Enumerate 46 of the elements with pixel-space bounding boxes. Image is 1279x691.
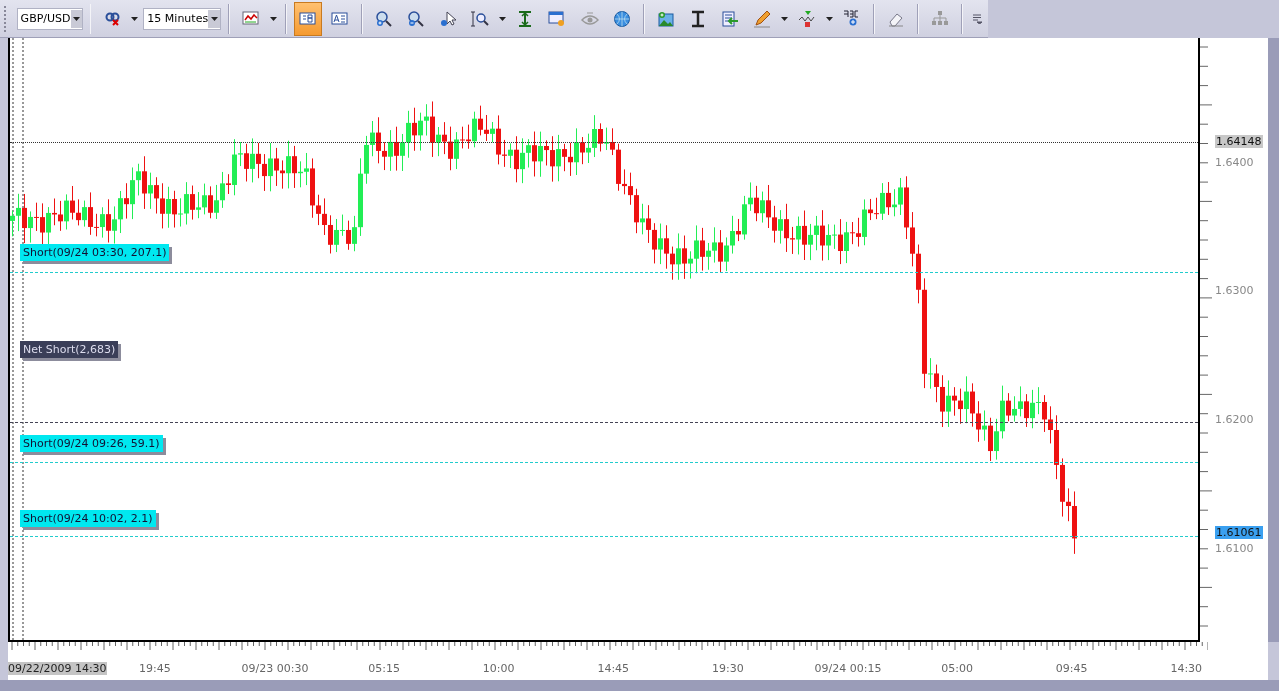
symbol-dropdown[interactable]: GBP/USD [16,7,83,30]
caret-icon [499,16,507,21]
position-label: Short(09/24 09:26, 59.1) [20,435,163,452]
time-label: 14:30 [1170,662,1203,675]
caret-icon [781,16,789,21]
position-label: Net Short(2,683) [20,341,119,358]
line-chart-icon [242,9,261,28]
globe-icon [612,9,631,28]
price-marker: 1.61061 [1215,526,1263,539]
price-label: 1.6100 [1215,542,1254,555]
time-label: 14:45 [597,662,630,675]
caret-icon [210,16,218,21]
picture-icon [656,9,675,28]
time-label: 19:30 [712,662,744,675]
caret-icon [825,16,833,21]
list-arrow-icon [720,9,739,28]
time-label: 10:00 [482,662,515,675]
time-label: 09/22/2009 14:30 [8,662,107,675]
time-label: 05:15 [368,662,400,675]
text-label-icon [330,9,349,28]
price-label: 1.6300 [1215,284,1254,297]
position-label: Short(09/24 03:30, 207.1) [20,244,170,261]
zigzag-icon [797,9,816,28]
eye-icon [580,9,599,28]
price-label: 1.6200 [1215,413,1254,426]
hierarchy-icon [930,9,949,28]
zoom-in-icon [374,9,393,28]
pencil-icon [753,9,772,28]
zoom-out-icon [407,9,426,28]
position-label: Short(09/24 10:02, 2.1) [20,510,156,527]
caret-icon [131,16,139,21]
time-label: 09:45 [1055,662,1088,675]
caret-icon [72,16,80,21]
price-label: 1.6400 [1215,156,1254,169]
time-label: 09/23 00:30 [241,662,309,675]
bar-label-icon [298,9,317,28]
time-label: 19:45 [139,662,171,675]
zoom-range-icon [471,9,490,28]
timeframe-dropdown[interactable]: 15 Minutes [143,7,222,30]
overflow-icon [971,13,982,24]
caret-icon [270,16,277,21]
toolbar-grip-icon[interactable] [4,5,9,32]
pointer-icon [439,9,458,28]
time-label: 09/24 00:15 [814,662,882,675]
time-label: 05:00 [941,662,973,675]
price-marker: 1.64148 [1215,135,1263,148]
